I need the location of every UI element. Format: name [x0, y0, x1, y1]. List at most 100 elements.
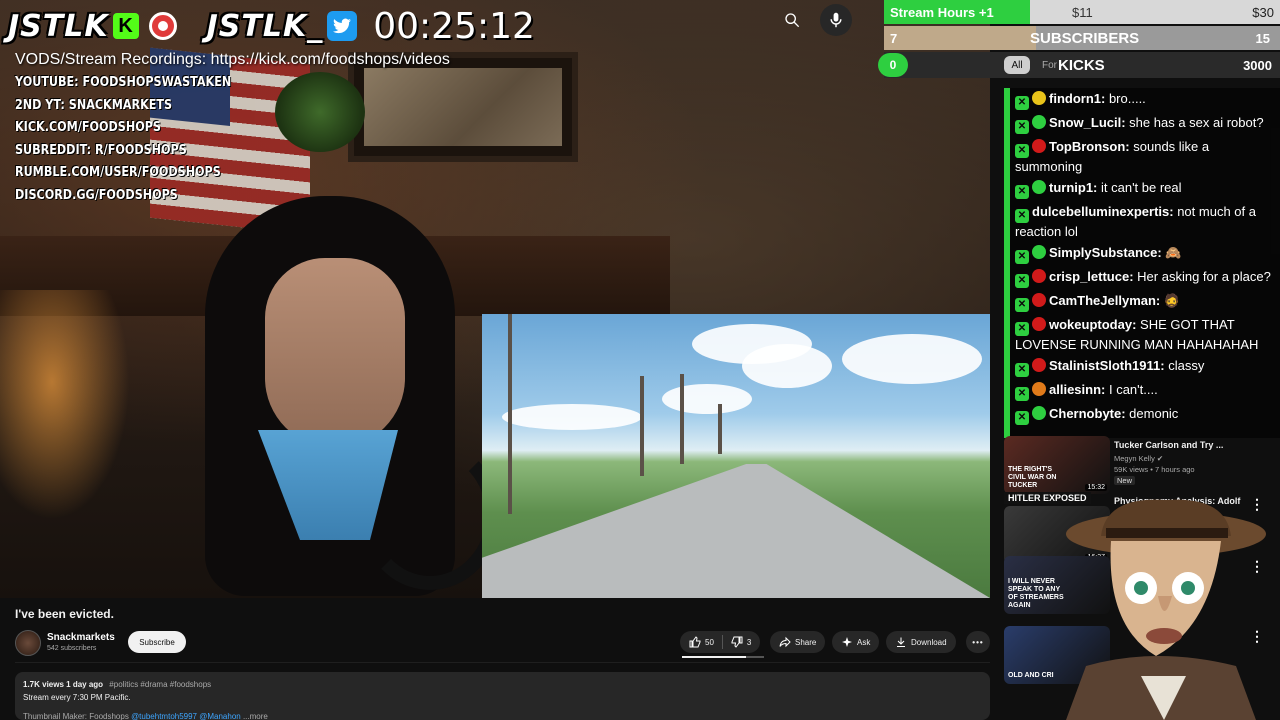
goal-progress-fill: [884, 26, 1036, 50]
share-icon: [779, 636, 791, 648]
more-actions-button[interactable]: •••: [966, 631, 990, 653]
recommended-channel[interactable]: Megyn Kelly ✔: [1114, 454, 1163, 463]
moderation-icon[interactable]: ✕: [1015, 411, 1029, 425]
chat-username: Chernobyte:: [1049, 406, 1126, 421]
voice-search-button[interactable]: [820, 4, 852, 36]
chat-text: classy: [1164, 358, 1205, 373]
thumbnail-credit: Thumbnail Maker: Foodshops: [23, 712, 129, 720]
user-badge-icon: [1032, 91, 1046, 105]
social-line: RUMBLE.COM/USER/FOODSHOPS: [15, 165, 221, 181]
download-icon: [897, 637, 905, 647]
chat-text: it can't be real: [1097, 180, 1182, 195]
chat-message: ✕ findorn1: bro.....: [1004, 88, 1280, 112]
hashtags[interactable]: #politics #drama #foodshops: [109, 680, 211, 689]
new-badge: New: [1114, 476, 1136, 485]
chat-overlay: ✕ findorn1: bro..... ✕ Snow_Lucil: she has …: [1004, 88, 1280, 438]
moderation-icon[interactable]: ✕: [1015, 209, 1029, 223]
plant-decoration: [275, 72, 365, 152]
channel-avatar[interactable]: [15, 630, 41, 656]
share-button[interactable]: Share: [770, 631, 826, 653]
chat-username: CamTheJellyman:: [1049, 293, 1161, 308]
description-box[interactable]: 1.7K views 1 day ago #politics #drama #f…: [15, 672, 990, 720]
logo-right: JSTLK_: [206, 8, 324, 44]
video-thumbnail[interactable]: THE RIGHT'S CIVIL WAR ON TUCKER 15:32: [1004, 436, 1110, 494]
video-player[interactable]: JSTLK K JSTLK_ 00:25:12 VODS/Stream Reco…: [0, 0, 990, 598]
subscribe-button[interactable]: Subscribe: [128, 631, 186, 653]
chat-text: 🧔: [1160, 293, 1181, 308]
chat-username: SimplySubstance:: [1049, 245, 1162, 260]
detective-mascot-image: [1066, 499, 1266, 720]
filter-chip-for-you[interactable]: For: [1042, 60, 1057, 71]
chat-message: ✕ CamTheJellyman: 🧔: [1004, 290, 1280, 314]
dislike-button[interactable]: 3: [731, 636, 751, 648]
chat-text: Her asking for a place?: [1133, 269, 1271, 284]
moderation-icon[interactable]: ✕: [1015, 250, 1029, 264]
moderation-icon[interactable]: ✕: [1015, 120, 1029, 134]
mic-icon: [830, 12, 842, 28]
goal-end-value: $30: [1252, 4, 1274, 20]
like-button[interactable]: 50: [689, 636, 714, 648]
video-title: I've been evicted.: [15, 607, 114, 621]
moderation-icon[interactable]: ✕: [1015, 144, 1029, 158]
moderation-icon[interactable]: ✕: [1015, 363, 1029, 377]
goal-stream-hours: Stream Hours +1 $11 $30: [884, 0, 1280, 24]
user-badge-icon: [1032, 358, 1046, 372]
search-button[interactable]: [776, 6, 808, 34]
goal-subscribers: 7 SUBSCRIBERS 15: [884, 26, 1280, 50]
recommended-title[interactable]: Tucker Carlson and Try ...: [1114, 440, 1254, 450]
chat-username: wokeuptoday:: [1049, 317, 1137, 332]
chat-text: I can't....: [1105, 382, 1158, 397]
ask-button[interactable]: Ask: [832, 631, 880, 653]
moderation-icon[interactable]: ✕: [1015, 322, 1029, 336]
logo-left: JSTLK: [8, 8, 109, 44]
goal-end-value: 15: [1255, 30, 1270, 46]
show-more-link[interactable]: ...more: [243, 712, 268, 720]
chat-username: Snow_Lucil:: [1049, 115, 1126, 130]
thumbnail-credit-links[interactable]: @tubehtmtoh5997 @Manahon: [131, 712, 241, 720]
filter-chip-all[interactable]: All: [1004, 56, 1030, 74]
like-dislike-group: 50 3: [680, 631, 761, 653]
subscriber-count: 542 subscribers: [47, 645, 97, 652]
lamp-glow: [0, 290, 130, 520]
chat-message: ✕ StalinistSloth1911: classy: [1004, 355, 1280, 379]
chat-username: alliesinn:: [1049, 382, 1106, 397]
user-badge-icon: [1032, 180, 1046, 194]
stream-branding: JSTLK K JSTLK_ 00:25:12: [8, 5, 535, 47]
vods-link-text: VODS/Stream Recordings: https://kick.com…: [15, 51, 450, 68]
user-badge-icon: [1032, 382, 1046, 396]
chat-message: ✕ alliesinn: I can't....: [1004, 379, 1280, 403]
social-line: SUBREDDIT: R/FOODSHOPS: [15, 142, 187, 158]
sparkle-icon: [842, 637, 852, 647]
social-line: DISCORD.GG/FOODSHOPS: [15, 187, 178, 203]
thumbs-up-icon: [689, 636, 701, 648]
chat-username: TopBronson:: [1049, 139, 1130, 154]
stream-timer: 00:25:12: [373, 5, 535, 47]
chat-username: crisp_lettuce:: [1049, 269, 1134, 284]
chat-text: demonic: [1125, 406, 1179, 421]
moderation-icon[interactable]: ✕: [1015, 185, 1029, 199]
goal-end-value: 3000: [1243, 57, 1272, 73]
chat-username: turnip1:: [1049, 180, 1098, 195]
goal-mid-value: $11: [1072, 4, 1093, 20]
social-links: YOUTUBE: FOODSHOPSWASTAKEN 2ND YT: SNACK…: [15, 72, 266, 208]
chat-message: ✕ Chernobyte: demonic: [1004, 403, 1280, 427]
more-horizontal-icon: •••: [972, 637, 984, 647]
social-line: 2ND YT: SNACKMARKETS: [15, 97, 173, 113]
chat-text: 🙈: [1161, 245, 1182, 260]
anime-road-scene: [482, 314, 990, 598]
user-badge-icon: [1032, 115, 1046, 129]
moderation-icon[interactable]: ✕: [1015, 387, 1029, 401]
moderation-icon[interactable]: ✕: [1015, 96, 1029, 110]
divider: [721, 635, 723, 649]
chat-message: ✕ TopBronson: sounds like a summoning: [1004, 136, 1280, 177]
share-label: Share: [795, 637, 817, 647]
download-button[interactable]: Download: [886, 631, 956, 653]
channel-name[interactable]: Snackmarkets: [47, 632, 115, 643]
download-label: Download: [911, 637, 947, 647]
recommended-meta: 59K views • 7 hours ago: [1114, 465, 1195, 474]
moderation-icon[interactable]: ✕: [1015, 274, 1029, 288]
chat-message: ✕ dulcebelluminexpertis: not much of a re…: [1004, 201, 1280, 242]
chat-message: ✕ Snow_Lucil: she has a sex ai robot?: [1004, 112, 1280, 136]
moderation-icon[interactable]: ✕: [1015, 298, 1029, 312]
chat-message: ✕ crisp_lettuce: Her asking for a place?: [1004, 266, 1280, 290]
